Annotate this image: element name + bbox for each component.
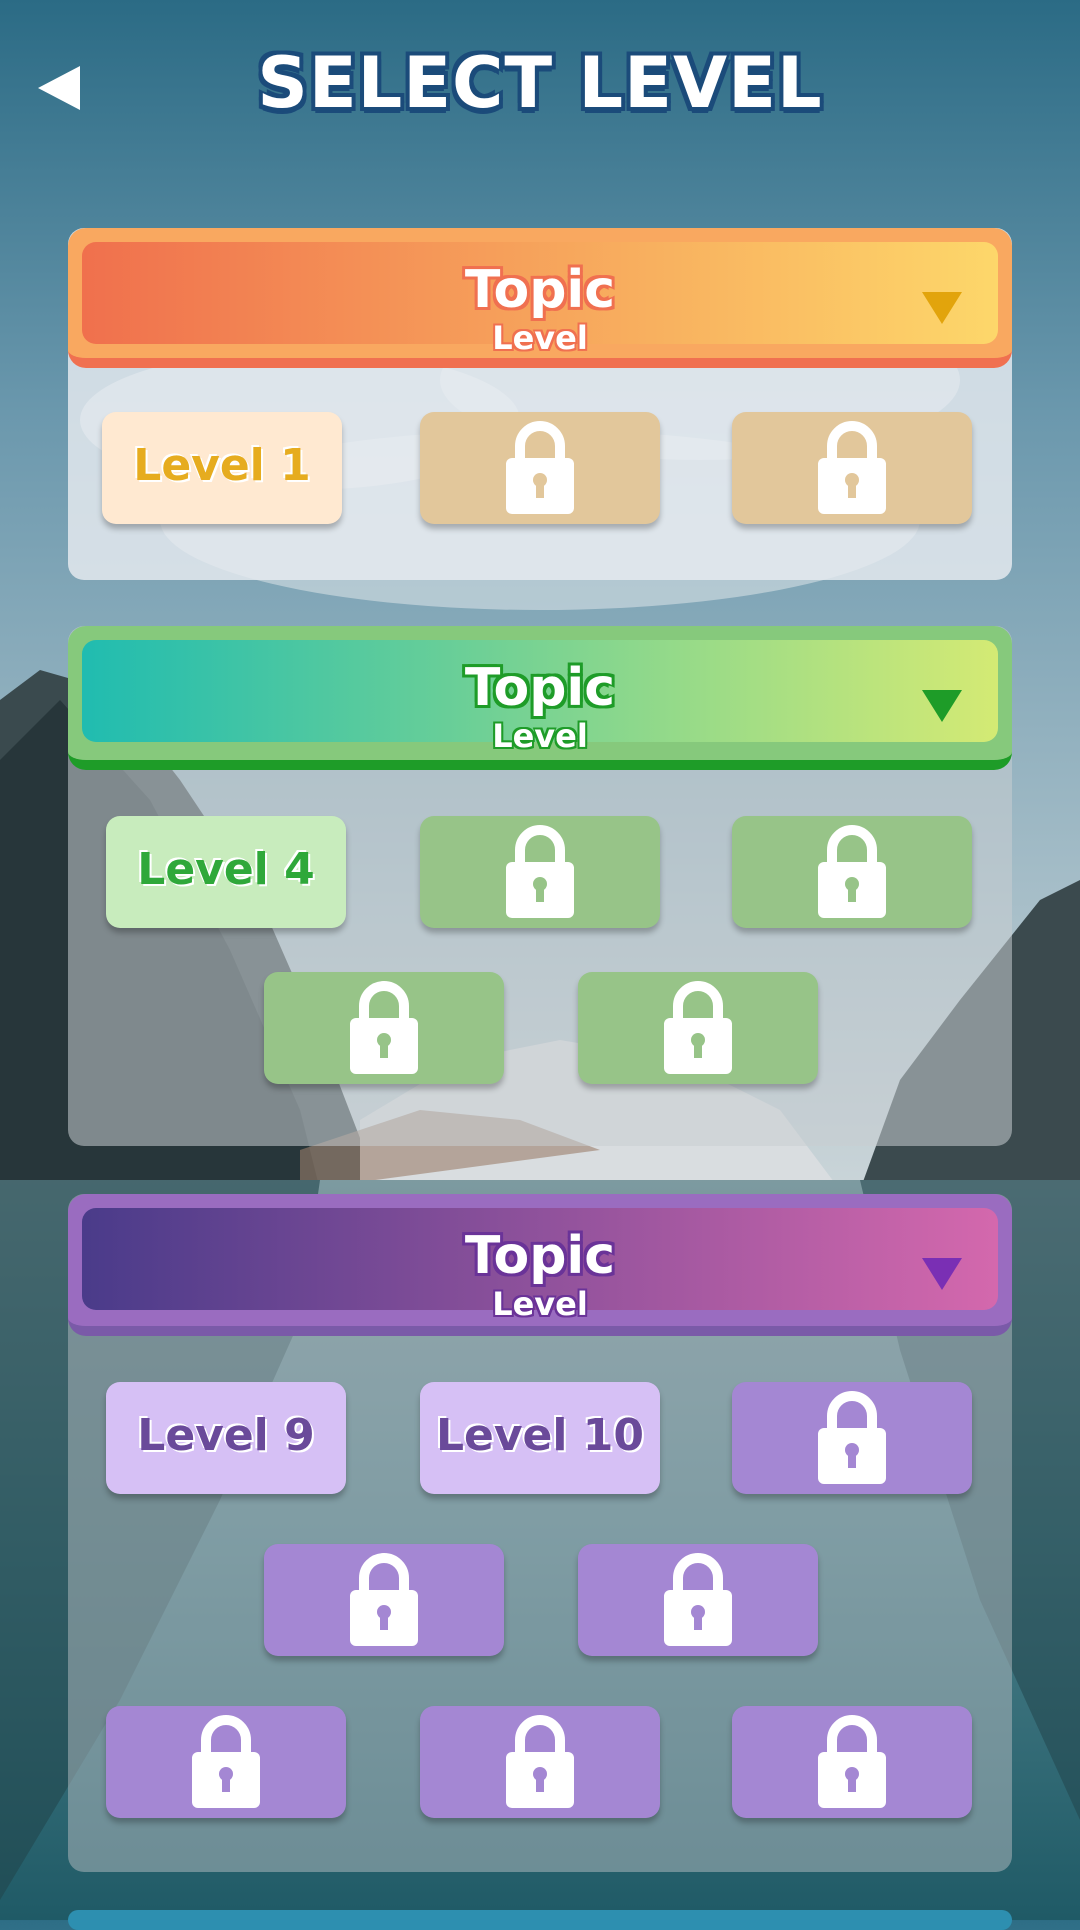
locked-level-button[interactable] [264, 1544, 504, 1656]
dropdown-arrow-icon[interactable] [922, 288, 962, 328]
topic-title: Topic [464, 1226, 616, 1286]
locked-level-button[interactable] [420, 1706, 660, 1818]
locked-level-button[interactable] [732, 1706, 972, 1818]
level-1-button[interactable]: Level 1 [102, 412, 342, 524]
locked-level-button[interactable] [732, 1382, 972, 1494]
topic-title: Topic [464, 260, 616, 320]
level-10-button[interactable]: Level 10 [420, 1382, 660, 1494]
locked-level-button[interactable] [732, 412, 972, 524]
topic-card-3: Topic Level Level 9 Level 10 [68, 1194, 1012, 1872]
lock-icon [350, 1553, 418, 1646]
lock-icon [506, 1715, 574, 1808]
dropdown-arrow-icon[interactable] [922, 1254, 962, 1294]
topic-card-1: Topic Level Level 1 [68, 228, 1012, 580]
level-4-button[interactable]: Level 4 [106, 816, 346, 928]
locked-level-button[interactable] [420, 816, 660, 928]
page-title: SELECT LEVEL [257, 42, 823, 124]
topic-card-2: Topic Level Level 4 [68, 626, 1012, 1146]
top-bar: SELECT LEVEL [0, 0, 1080, 180]
locked-level-button[interactable] [264, 972, 504, 1084]
level-label: Level 4 [137, 844, 315, 895]
lock-icon [818, 825, 886, 918]
lock-icon [506, 825, 574, 918]
level-label: Level 1 [133, 440, 311, 491]
lock-icon [506, 421, 574, 514]
next-topic-card-edge [68, 1910, 1012, 1930]
lock-icon [818, 421, 886, 514]
locked-level-button[interactable] [578, 1544, 818, 1656]
topic-header-2[interactable]: Topic Level [68, 626, 1012, 770]
lock-icon [664, 1553, 732, 1646]
topic-subtitle: Level [492, 1285, 588, 1323]
topic-header-3[interactable]: Topic Level [68, 1194, 1012, 1336]
lock-icon [818, 1391, 886, 1484]
locked-level-button[interactable] [420, 412, 660, 524]
locked-level-button[interactable] [732, 816, 972, 928]
lock-icon [350, 981, 418, 1074]
topic-title: Topic [464, 658, 616, 718]
lock-icon [192, 1715, 260, 1808]
locked-level-button[interactable] [106, 1706, 346, 1818]
topic-header-1[interactable]: Topic Level [68, 228, 1012, 368]
lock-icon [664, 981, 732, 1074]
level-label: Level 9 [137, 1410, 315, 1461]
lock-icon [818, 1715, 886, 1808]
topic-subtitle: Level [492, 717, 588, 755]
level-9-button[interactable]: Level 9 [106, 1382, 346, 1494]
level-label: Level 10 [435, 1410, 645, 1461]
locked-level-button[interactable] [578, 972, 818, 1084]
dropdown-arrow-icon[interactable] [922, 686, 962, 726]
topic-subtitle: Level [492, 319, 588, 357]
